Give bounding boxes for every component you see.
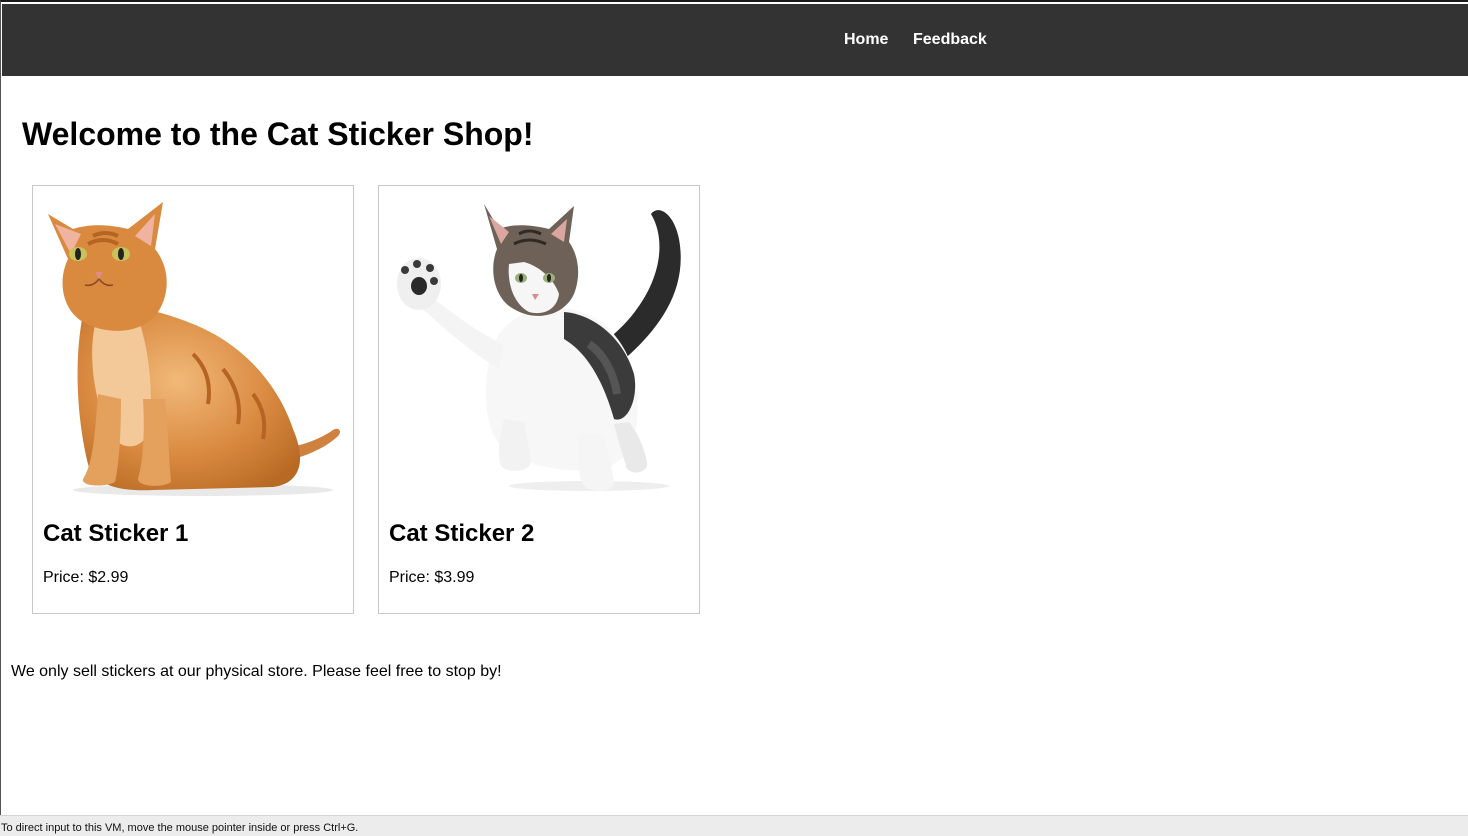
navbar: Home Feedback [2,4,1468,76]
nav-home-link[interactable]: Home [844,31,888,49]
vm-display: Home Feedback Welcome to the Cat Sticker… [0,0,1468,815]
page-title: Welcome to the Cat Sticker Shop! [22,116,534,152]
white-tabby-kitten-image [397,204,681,491]
orange-tabby-cat-image [48,202,340,496]
product-card: Cat Sticker 2 Price: $3.99 [378,185,700,614]
product-name: Cat Sticker 1 [43,520,189,547]
nav-feedback-link[interactable]: Feedback [913,31,987,49]
vm-status-text: To direct input to this VM, move the mou… [1,822,359,834]
product-price: Price: $2.99 [43,569,129,586]
product-name: Cat Sticker 2 [389,520,535,547]
store-notice: We only sell stickers at our physical st… [11,663,502,680]
vm-status-bar: To direct input to this VM, move the mou… [0,815,1468,836]
product-price: Price: $3.99 [389,569,475,586]
product-card: Cat Sticker 1 Price: $2.99 [32,185,354,614]
